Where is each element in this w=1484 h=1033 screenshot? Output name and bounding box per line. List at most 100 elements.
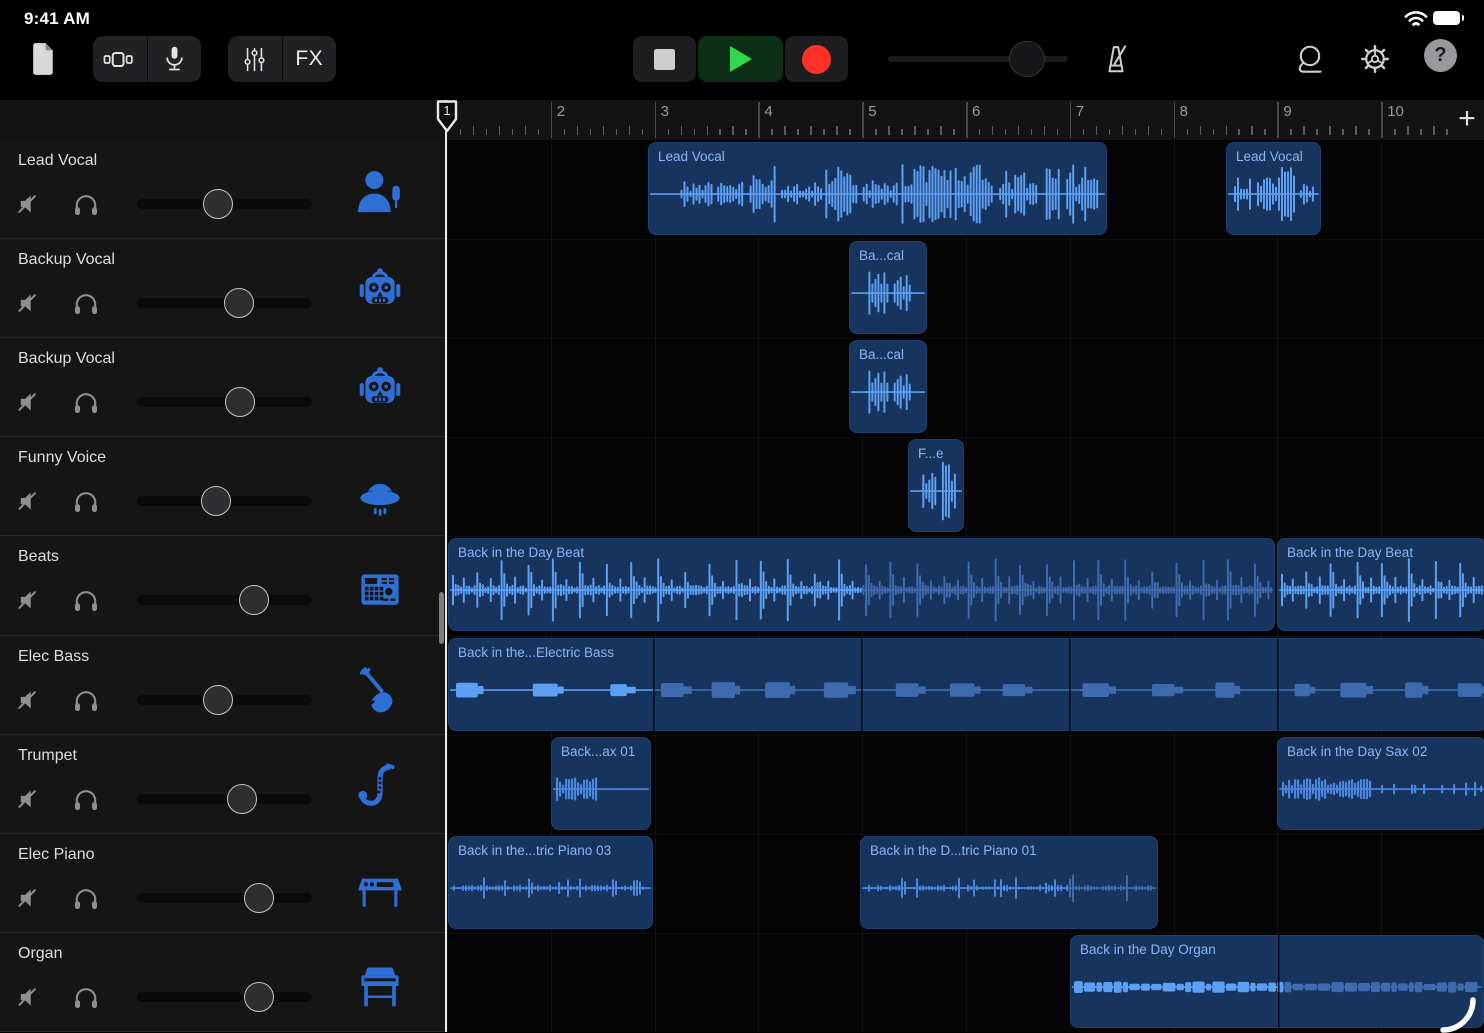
track-name: Organ xyxy=(18,945,62,963)
track-header-7[interactable]: Trumpet xyxy=(0,735,445,834)
audio-region[interactable]: Back in the Day Beat xyxy=(448,538,1275,631)
playhead-marker[interactable]: 1 xyxy=(436,100,458,133)
track-volume-knob[interactable] xyxy=(244,883,274,913)
record-button[interactable] xyxy=(785,36,848,82)
track-volume-slider[interactable] xyxy=(137,496,312,506)
organ-icon[interactable] xyxy=(353,959,407,1013)
bass-guitar-icon[interactable] xyxy=(353,662,407,716)
track-header-8[interactable]: Elec Piano xyxy=(0,834,445,933)
mute-icon[interactable] xyxy=(13,782,47,816)
track-volume-knob[interactable] xyxy=(225,387,255,417)
robot-icon[interactable] xyxy=(353,364,407,418)
mute-icon[interactable] xyxy=(13,683,47,717)
audio-region[interactable]: Back in the...Electric Bass xyxy=(448,638,1484,731)
audio-region[interactable]: Back in the...tric Piano 03 xyxy=(448,836,653,929)
settings-button[interactable] xyxy=(1354,38,1396,80)
track-volume-knob[interactable] xyxy=(203,685,233,715)
track-header-5[interactable]: Beats xyxy=(0,536,445,635)
my-songs-button[interactable] xyxy=(24,37,64,81)
track-header-6[interactable]: Elec Bass xyxy=(0,636,445,735)
mute-icon[interactable] xyxy=(13,980,47,1014)
track-volume-slider[interactable] xyxy=(137,397,312,407)
timeline-ruler[interactable]: + 2345678910 xyxy=(0,100,1484,140)
saxophone-icon[interactable] xyxy=(353,761,407,815)
headphones-icon[interactable] xyxy=(69,385,103,419)
headphones-icon[interactable] xyxy=(69,881,103,915)
headphones-icon[interactable] xyxy=(69,484,103,518)
mute-icon[interactable] xyxy=(13,484,47,518)
lane-separator xyxy=(445,437,1484,438)
audio-region[interactable]: Back...ax 01 xyxy=(551,737,651,830)
garageband-app: 9:41 AM FX ? + 2345678910 xyxy=(0,0,1484,1032)
headphones-icon[interactable] xyxy=(69,583,103,617)
track-volume-knob[interactable] xyxy=(203,189,233,219)
timeline-grid[interactable]: Lead VocalLead VocalBa...calBa...calF...… xyxy=(445,140,1484,1032)
headphones-icon[interactable] xyxy=(69,286,103,320)
track-header-1[interactable]: Lead Vocal xyxy=(0,140,445,239)
track-volume-slider[interactable] xyxy=(137,794,312,804)
audio-region[interactable]: Back in the Day Sax 02 xyxy=(1277,737,1484,830)
mute-icon[interactable] xyxy=(13,385,47,419)
drum-machine-icon[interactable] xyxy=(353,562,407,616)
add-section-button[interactable]: + xyxy=(1450,102,1484,136)
ruler-tick xyxy=(784,126,786,135)
audio-region[interactable]: Back in the Day Beat xyxy=(1277,538,1484,631)
audio-region[interactable]: F...e xyxy=(908,439,964,532)
audio-region[interactable]: Ba...cal xyxy=(849,340,927,433)
play-button[interactable] xyxy=(698,36,783,82)
track-volume-knob[interactable] xyxy=(227,784,257,814)
help-button[interactable]: ? xyxy=(1424,39,1457,72)
audio-region[interactable]: Back in the D...tric Piano 01 xyxy=(860,836,1158,929)
track-volume-slider[interactable] xyxy=(137,298,312,308)
vertical-scroll-indicator[interactable] xyxy=(439,592,444,644)
electric-piano-icon[interactable] xyxy=(353,860,407,914)
mute-icon[interactable] xyxy=(13,881,47,915)
loop-browser-button[interactable] xyxy=(1289,38,1331,80)
fx-button[interactable]: FX xyxy=(282,36,337,82)
instrument-view-button[interactable] xyxy=(147,36,202,82)
track-header-9[interactable]: Organ xyxy=(0,933,445,1032)
audio-region[interactable]: Lead Vocal xyxy=(648,142,1107,235)
region-label: Ba...cal xyxy=(859,347,904,362)
stop-button[interactable] xyxy=(633,36,696,82)
master-volume-knob[interactable] xyxy=(1009,41,1045,77)
track-volume-knob[interactable] xyxy=(244,982,274,1012)
robot-icon[interactable] xyxy=(353,265,407,319)
mixer-button[interactable] xyxy=(228,36,282,82)
lane-separator xyxy=(445,735,1484,736)
vocalist-icon[interactable] xyxy=(353,166,407,220)
ufo-icon[interactable] xyxy=(353,463,407,517)
track-header-3[interactable]: Backup Vocal xyxy=(0,338,445,437)
mute-icon[interactable] xyxy=(13,583,47,617)
headphones-icon[interactable] xyxy=(69,683,103,717)
audio-region[interactable]: Lead Vocal xyxy=(1226,142,1321,235)
track-volume-slider[interactable] xyxy=(137,695,312,705)
ruler-tick xyxy=(1187,129,1189,135)
plus-icon: + xyxy=(1458,102,1476,136)
track-volume-slider[interactable] xyxy=(137,595,312,605)
track-volume-slider[interactable] xyxy=(137,199,312,209)
ruler-tick xyxy=(1083,129,1085,135)
headphones-icon[interactable] xyxy=(69,782,103,816)
track-volume-slider[interactable] xyxy=(137,893,312,903)
audio-region[interactable]: Ba...cal xyxy=(849,241,927,334)
ruler-bar-line xyxy=(1381,102,1383,138)
tracks-view-button[interactable] xyxy=(93,36,147,82)
track-volume-slider[interactable] xyxy=(137,992,312,1002)
mute-icon[interactable] xyxy=(13,187,47,221)
audio-region[interactable]: Back in the Day Organ xyxy=(1070,935,1484,1028)
track-volume-knob[interactable] xyxy=(224,288,254,318)
ruler-tick xyxy=(992,126,994,135)
ruler-tick xyxy=(1342,129,1344,135)
track-volume-knob[interactable] xyxy=(201,486,231,516)
mute-icon[interactable] xyxy=(13,286,47,320)
headphones-icon[interactable] xyxy=(69,980,103,1014)
track-header-4[interactable]: Funny Voice xyxy=(0,437,445,536)
track-header-2[interactable]: Backup Vocal xyxy=(0,239,445,338)
master-volume-slider[interactable] xyxy=(888,56,1068,62)
metronome-button[interactable] xyxy=(1095,38,1137,80)
gesture-hint-arc xyxy=(1437,993,1477,1033)
lane-separator xyxy=(445,338,1484,339)
track-volume-knob[interactable] xyxy=(239,585,269,615)
headphones-icon[interactable] xyxy=(69,187,103,221)
